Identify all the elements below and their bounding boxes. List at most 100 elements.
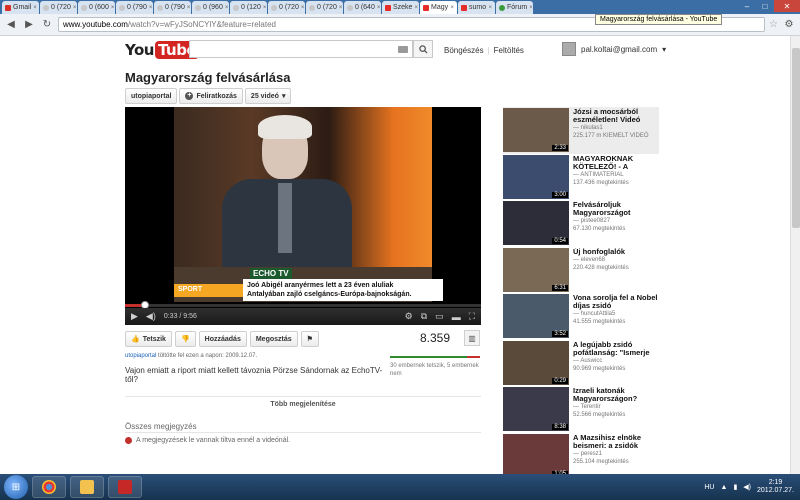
close-tab-icon[interactable]: × <box>263 5 267 11</box>
browser-tab[interactable]: 0 (720 × <box>40 1 77 14</box>
volume-icon[interactable]: ◀) <box>146 311 156 322</box>
video-thumbnail[interactable]: 3:52 <box>503 294 569 338</box>
related-video-item[interactable]: 3:52 Vona sorolja fel a Nobel díjas zsidó… <box>503 293 659 340</box>
seek-bar[interactable] <box>125 304 481 307</box>
taskbar-app-explorer[interactable] <box>70 476 104 498</box>
browser-tab[interactable]: Magy × <box>420 1 457 14</box>
browser-tab[interactable]: 0 (790 × <box>154 1 191 14</box>
related-video-title[interactable]: Felvásároljuk Magyarországot <box>573 201 659 217</box>
close-tab-icon[interactable]: × <box>73 5 77 11</box>
related-video-item[interactable]: 1:05A Mazsihisz elnöke beismeri: a zsidó… <box>503 433 659 480</box>
video-thumbnail[interactable]: 3:00 <box>503 154 569 199</box>
flag-button[interactable]: ⚑ <box>300 331 319 347</box>
upload-link[interactable]: Feltöltés <box>494 46 524 55</box>
video-thumbnail[interactable]: 0:54 <box>503 201 569 245</box>
uploader-link[interactable]: utopiaportal <box>125 353 156 359</box>
account-menu[interactable]: pal.koltai@gmail.com ▾ <box>562 42 666 56</box>
taskbar-app-other[interactable] <box>108 476 142 498</box>
close-window-icon[interactable]: ✕ <box>774 0 800 12</box>
video-thumbnail[interactable]: 6:31 <box>503 247 569 292</box>
browser-tab[interactable]: sumo × <box>458 1 495 14</box>
stats-button[interactable]: ▥ <box>464 330 480 346</box>
bookmark-star-icon[interactable]: ☆ <box>769 19 778 30</box>
video-player[interactable]: ECHO TV SPORT Joó Abigél aranyérmes lett… <box>125 107 481 325</box>
fullscreen-icon[interactable]: ⛶ <box>469 311 475 322</box>
related-video-item[interactable]: 6:31 Új honfoglalók — eleven68 220.428 megt… <box>503 247 659 294</box>
large-player-icon[interactable]: ▬ <box>452 312 461 322</box>
browser-tab[interactable]: 0 (720 × <box>268 1 305 14</box>
speaker-icon[interactable]: ◀) <box>743 483 751 491</box>
search-button[interactable] <box>413 40 433 58</box>
add-to-button[interactable]: Hozzáadás <box>198 331 247 347</box>
show-more-button[interactable]: Több megjelenítése <box>125 396 481 412</box>
like-button[interactable]: 👍 Tetszik <box>125 331 172 347</box>
avatar[interactable] <box>562 42 576 56</box>
channel-button[interactable]: utopiaportal <box>125 88 178 104</box>
share-button[interactable]: Megosztás <box>249 331 298 347</box>
browser-tab[interactable]: 0 (790 × <box>116 1 153 14</box>
related-video-title[interactable]: Vona sorolja fel a Nobel díjas zsidó <box>573 294 659 310</box>
scrollbar-thumb[interactable] <box>792 48 800 228</box>
subscribe-button[interactable]: + Feliratkozás <box>179 88 243 104</box>
browser-tab[interactable]: Szeke × <box>382 1 419 14</box>
minimize-icon[interactable]: – <box>738 0 756 12</box>
video-count-button[interactable]: 25 videó ▾ <box>244 88 292 104</box>
browser-tab[interactable]: Fórum × <box>496 1 533 14</box>
browser-tab[interactable]: 0 (600 × <box>78 1 115 14</box>
page-scrollbar[interactable] <box>790 36 800 474</box>
close-tab-icon[interactable]: × <box>149 5 153 11</box>
related-video-item[interactable]: 3:00 MAGYAROKNAK KÖTELEZŐ! - A — ANTIMATER… <box>503 154 659 201</box>
related-video-title[interactable]: Izraeli katonák Magyarországon? <box>573 387 659 403</box>
browse-link[interactable]: Böngészés <box>444 46 484 55</box>
related-video-title[interactable]: A Mazsihisz elnöke beismeri: a zsidók <box>573 434 659 450</box>
close-tab-icon[interactable]: × <box>225 5 229 11</box>
close-tab-icon[interactable]: × <box>529 5 533 11</box>
close-tab-icon[interactable]: × <box>339 5 343 11</box>
related-video-item[interactable]: 2:33 Józsi a mocsárból eszméletlen! Videó… <box>503 107 659 154</box>
wrench-icon[interactable]: ⚙ <box>782 18 796 32</box>
related-video-item[interactable]: 0:54 Felvásároljuk Magyarországot — pistee… <box>503 200 659 247</box>
settings-gear-icon[interactable]: ⚙ <box>405 311 413 322</box>
video-thumbnail[interactable]: 8:38 <box>503 387 569 431</box>
browser-tab[interactable]: 0 (640 × <box>344 1 381 14</box>
forward-icon[interactable]: ▶ <box>22 18 36 32</box>
browser-tab[interactable]: 0 (960 × <box>192 1 229 14</box>
browser-tab[interactable]: Gmail × <box>2 1 39 14</box>
tab-label: 0 (790 <box>127 4 147 11</box>
related-video-item[interactable]: 0:29 A legújabb zsidó pofátlanság: "Ismer… <box>503 340 659 387</box>
related-video-title[interactable]: Józsi a mocsárból eszméletlen! Videó <box>573 108 659 124</box>
reload-icon[interactable]: ↻ <box>40 18 54 32</box>
browser-tab[interactable]: 0 (720 × <box>306 1 343 14</box>
tray-arrow-icon[interactable]: ▲ <box>721 484 728 491</box>
related-video-item[interactable]: 8:38 Izraeli katonák Magyarországon? — Ter… <box>503 386 659 433</box>
video-thumbnail[interactable]: 0:29 <box>503 340 569 385</box>
close-tab-icon[interactable]: × <box>33 5 37 11</box>
language-indicator[interactable]: HU <box>704 484 714 491</box>
close-tab-icon[interactable]: × <box>187 5 191 11</box>
play-icon[interactable]: ▶ <box>131 311 138 322</box>
related-video-title[interactable]: A legújabb zsidó pofátlanság: "Ismerje <box>573 341 659 357</box>
video-thumbnail[interactable]: 1:05 <box>503 433 569 478</box>
maximize-icon[interactable]: □ <box>756 0 774 12</box>
network-icon[interactable]: ▮ <box>733 483 737 491</box>
related-video-title[interactable]: MAGYAROKNAK KÖTELEZŐ! - A <box>573 155 659 171</box>
bar-chart-icon: ▥ <box>468 333 476 343</box>
small-player-icon[interactable]: ▭ <box>435 311 444 322</box>
keyboard-icon[interactable] <box>398 46 408 53</box>
close-tab-icon[interactable]: × <box>414 5 418 11</box>
dislike-button[interactable]: 👎 <box>174 331 196 347</box>
video-thumbnail[interactable]: 2:33 <box>503 108 569 152</box>
close-tab-icon[interactable]: × <box>450 5 454 11</box>
close-tab-icon[interactable]: × <box>377 5 381 11</box>
taskbar-app-chrome[interactable] <box>32 476 66 498</box>
close-tab-icon[interactable]: × <box>488 5 492 11</box>
clock[interactable]: 2:19 2012.07.27. <box>757 479 794 495</box>
browser-tab[interactable]: 0 (120 × <box>230 1 267 14</box>
popout-icon[interactable]: ⧉ <box>421 311 427 322</box>
close-tab-icon[interactable]: × <box>111 5 115 11</box>
close-tab-icon[interactable]: × <box>301 5 305 11</box>
back-icon[interactable]: ◀ <box>4 18 18 32</box>
related-video-title[interactable]: Új honfoglalók <box>573 248 659 256</box>
start-button[interactable]: ⊞ <box>4 475 28 499</box>
search-input[interactable] <box>189 40 413 58</box>
